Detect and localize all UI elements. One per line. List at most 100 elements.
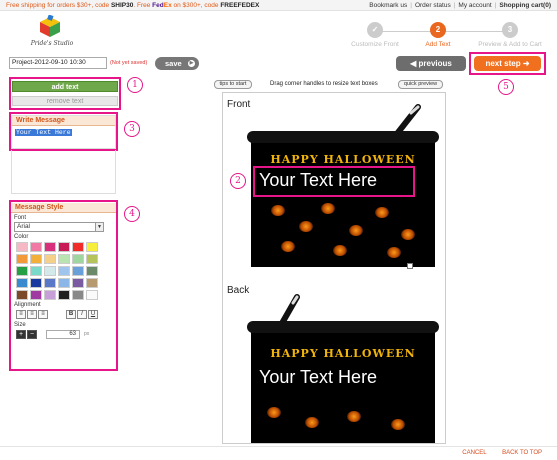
font-select[interactable]: Arial ▼ (14, 222, 104, 232)
color-swatch[interactable] (58, 278, 70, 288)
pumpkin-icon (347, 411, 361, 422)
pumpkin-icon (349, 225, 363, 236)
color-swatch[interactable] (72, 242, 84, 252)
color-swatch[interactable] (72, 278, 84, 288)
message-textarea[interactable]: Your Text Here (15, 129, 72, 136)
color-swatch[interactable] (58, 254, 70, 264)
step-3-label: Preview & Add to Cart (478, 41, 542, 48)
color-swatch[interactable] (86, 254, 98, 264)
color-swatch[interactable] (44, 266, 56, 276)
color-swatch[interactable] (30, 290, 42, 300)
my-account-link[interactable]: My account (458, 2, 491, 9)
color-swatch[interactable] (86, 266, 98, 276)
shopping-cart-link[interactable]: Shopping cart(0) (499, 2, 551, 9)
zipper-pull-icon (278, 294, 300, 327)
color-swatch[interactable] (44, 254, 56, 264)
account-links: Bookmark us | Order status | My account | Shop… (369, 2, 551, 9)
step-3-icon: 3 (502, 22, 518, 38)
font-label: Font (14, 215, 27, 221)
write-message-area (11, 150, 116, 194)
italic-button[interactable]: I (77, 310, 87, 319)
arrow-right-icon: ▶ (188, 60, 195, 67)
zipper-pull-icon (393, 104, 421, 137)
color-swatch[interactable] (86, 278, 98, 288)
color-swatch[interactable] (44, 242, 56, 252)
previous-button[interactable]: ◀ previous (396, 56, 466, 71)
save-button[interactable]: save ▶ (155, 57, 199, 70)
bold-button[interactable]: B (66, 310, 76, 319)
step-2-label: Add Text (425, 41, 451, 48)
bookmark-link[interactable]: Bookmark us (369, 2, 407, 9)
pumpkin-icon (299, 221, 313, 232)
order-status-link[interactable]: Order status (415, 2, 451, 9)
size-minus-button[interactable]: − (27, 330, 37, 339)
color-swatch[interactable] (30, 266, 42, 276)
font-value: Arial (17, 223, 31, 230)
tips-button[interactable]: tips to start (214, 80, 252, 89)
align-right-icon[interactable]: ≡ (38, 310, 48, 319)
highlight-front-text (253, 166, 415, 197)
color-swatch[interactable] (30, 242, 42, 252)
callout-4: 4 (124, 206, 140, 222)
next-step-button[interactable]: next step ➜ (474, 56, 541, 71)
pumpkin-icon (391, 419, 405, 430)
callout-2: 2 (230, 173, 246, 189)
color-swatch[interactable] (86, 290, 98, 300)
pumpkin-icon (281, 241, 295, 252)
size-plus-button[interactable]: + (16, 330, 26, 339)
previous-label: previous (418, 59, 452, 68)
promo-text-2: . Free (133, 2, 153, 9)
progress-steps: ✓ Customize Front 2 Add Text 3 Preview &… (340, 22, 550, 50)
size-row: + − 63 px (16, 330, 111, 340)
back-bag-preview: HAPPY HALLOWEEN Your Text Here (247, 294, 439, 443)
color-swatch[interactable] (44, 290, 56, 300)
save-status: (Not yet saved) (110, 60, 148, 66)
color-swatch[interactable] (72, 254, 84, 264)
chevron-down-icon: ▼ (95, 223, 103, 231)
step-preview[interactable]: 3 Preview & Add to Cart (475, 22, 545, 48)
pumpkin-icon (321, 203, 335, 214)
color-swatch[interactable] (16, 254, 28, 264)
underline-button[interactable]: U (88, 310, 98, 319)
color-swatch[interactable] (16, 278, 28, 288)
color-swatch[interactable] (44, 278, 56, 288)
color-swatch[interactable] (30, 254, 42, 264)
color-swatch[interactable] (58, 290, 70, 300)
resize-handle[interactable] (407, 263, 413, 269)
size-input[interactable]: 63 (46, 330, 80, 339)
color-label: Color (14, 234, 29, 240)
cube-logo-icon (40, 15, 60, 37)
color-swatch[interactable] (16, 290, 28, 300)
remove-text-button[interactable]: remove text (12, 96, 118, 106)
pumpkin-icon (305, 417, 319, 428)
color-swatch[interactable] (16, 266, 28, 276)
design-canvas: Front HAPPY HALLOWEEN Your Text Here Bac… (222, 92, 446, 444)
color-swatch[interactable] (58, 242, 70, 252)
project-name-input[interactable]: Project-2012-09-10 10:30 (9, 57, 107, 69)
align-center-icon[interactable]: ≡ (27, 310, 37, 319)
color-swatch[interactable] (58, 266, 70, 276)
save-label: save (165, 59, 182, 68)
color-swatch[interactable] (30, 278, 42, 288)
site-logo[interactable]: Pride's Studio (30, 15, 74, 53)
back-design-title: HAPPY HALLOWEEN (270, 347, 416, 360)
color-swatch[interactable] (72, 266, 84, 276)
back-text-box[interactable]: Your Text Here (259, 367, 377, 388)
step-1-label: Customize Front (351, 41, 399, 48)
align-left-icon[interactable]: ≡ (16, 310, 26, 319)
arrow-right-icon: ➜ (522, 59, 530, 68)
quick-preview-button[interactable]: quick preview (398, 80, 443, 89)
resize-hint: Drag corner handles to resize text boxes (270, 81, 378, 87)
step-customize-front[interactable]: ✓ Customize Front (340, 22, 410, 48)
color-swatch[interactable] (86, 242, 98, 252)
cancel-link[interactable]: CANCEL (462, 450, 486, 456)
message-style-heading: Message Style (11, 203, 116, 213)
arrow-left-icon: ◀ (410, 59, 417, 68)
color-palette (16, 242, 111, 300)
promo-code-1: SHIP30 (110, 2, 134, 9)
add-text-button[interactable]: add text (12, 81, 118, 92)
color-swatch[interactable] (72, 290, 84, 300)
back-to-top-link[interactable]: BACK TO TOP (502, 450, 542, 456)
color-swatch[interactable] (16, 242, 28, 252)
promo-text-1: Free shipping for orders $30+, code (6, 2, 111, 9)
